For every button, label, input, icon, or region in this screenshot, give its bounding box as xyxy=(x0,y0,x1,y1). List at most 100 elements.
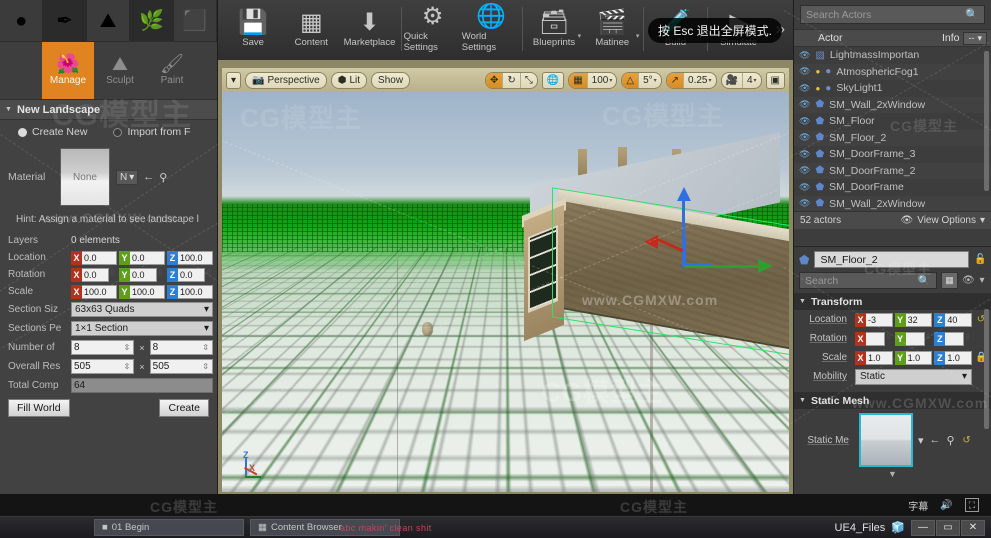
visibility-eye-icon[interactable]: 👁 xyxy=(799,182,810,193)
mesh-dropdown-icon[interactable]: ▾ xyxy=(918,434,924,447)
3d-viewport[interactable]: Z X CG模型主 CG模型主 www.CGMXW.com CG模型主 xyxy=(222,92,789,492)
expand-section-caret-icon[interactable]: ▼ xyxy=(794,469,991,479)
details-rotation-y[interactable]: Y ⇳ xyxy=(894,331,933,346)
mobility-combo[interactable]: Static ▾ xyxy=(855,368,972,385)
scale-snap-toggle-icon[interactable]: ↗ xyxy=(666,72,685,88)
new-landscape-section-header[interactable]: ▼ New Landscape xyxy=(0,100,217,120)
taskbar-window-01begin[interactable]: ■ 01 Begin xyxy=(94,519,244,536)
table-row[interactable]: 👁 ⬟ SM_Floor xyxy=(794,113,991,130)
visibility-eye-icon[interactable]: 👁 xyxy=(799,149,810,160)
rotate-tool-icon[interactable]: ↻ xyxy=(503,72,521,88)
brush-sphere-icon[interactable]: ● xyxy=(0,0,44,41)
toolbar-blueprints-button[interactable]: 🗃 Blueprints ▾ xyxy=(525,0,583,58)
spinner-icon[interactable]: ⇳ xyxy=(964,332,972,346)
visibility-eye-icon[interactable]: 👁 xyxy=(799,198,810,209)
chevron-down-icon[interactable]: ▾ xyxy=(636,32,640,40)
details-location-x[interactable]: X -3 xyxy=(855,312,893,327)
table-row[interactable]: 👁 ● ● SkyLight1 xyxy=(794,80,991,97)
location-y[interactable]: Y 0.0 xyxy=(119,250,165,265)
spinner-icon[interactable]: ⇳ xyxy=(202,343,210,352)
details-rotation-z[interactable]: Z ⇳ xyxy=(934,331,972,346)
browse-asset-icon[interactable]: ⚲ xyxy=(947,434,955,447)
viewport-menu-button[interactable]: ▾ xyxy=(226,71,242,89)
outliner-actor-list[interactable]: 👁 ▧ LightmassImportan 👁 ● ● AtmosphericFog1 👁… xyxy=(794,47,991,211)
number-of-a-input[interactable]: 8 ⇳ xyxy=(71,340,135,355)
table-row[interactable]: 👁 ⬟ SM_DoorFrame_2 xyxy=(794,163,991,180)
create-button[interactable]: Create xyxy=(159,399,209,417)
rotation-z[interactable]: Z 0.0 ⇳ xyxy=(167,267,213,282)
view-mode-button[interactable]: ⬢ Lit xyxy=(330,71,368,89)
radio-import-from-file[interactable]: Import from F xyxy=(113,126,190,138)
visibility-eye-icon[interactable]: 👁 xyxy=(799,165,810,176)
details-scale-x[interactable]: X 1.0 xyxy=(855,350,893,365)
fill-world-button[interactable]: Fill World xyxy=(8,399,70,417)
spinner-icon[interactable]: ⇳ xyxy=(124,343,132,352)
spinner-icon[interactable]: ⇳ xyxy=(109,268,117,282)
scale-tool-icon[interactable]: ⤡ xyxy=(521,73,537,88)
spinner-icon[interactable]: ⇳ xyxy=(925,332,933,346)
brush-ramp-icon[interactable]: ✒ xyxy=(43,0,87,41)
toolbar-world-settings-button[interactable]: 🌐 World Settings xyxy=(462,0,520,58)
angle-snap-value[interactable]: 5° ▾ xyxy=(639,73,661,88)
selected-static-mesh-building[interactable] xyxy=(522,132,789,407)
brush-foliage-icon[interactable]: 🌿 xyxy=(130,0,174,41)
maximize-viewport-button[interactable]: ▣ xyxy=(765,71,785,89)
camera-speed-value[interactable]: 4 ▾ xyxy=(743,73,761,88)
volume-icon[interactable]: 🔊 xyxy=(940,500,952,511)
lock-details-icon[interactable]: 🔓 xyxy=(974,254,986,265)
radio-create-new[interactable]: Create New xyxy=(18,126,87,138)
toolbar-overflow-button[interactable]: » xyxy=(768,0,793,58)
toolbar-content-button[interactable]: ▦ Content xyxy=(282,0,340,58)
spinner-icon[interactable]: ⇳ xyxy=(124,362,132,371)
toolbar-marketplace-button[interactable]: ⬇ Marketplace xyxy=(340,0,398,58)
static-mesh-thumbnail[interactable] xyxy=(859,413,913,467)
camera-mode-button[interactable]: 📷 Perspective xyxy=(245,71,327,89)
toolbar-matinee-button[interactable]: 🎬 Matinee ▾ xyxy=(583,0,641,58)
visibility-eye-icon[interactable]: 👁 xyxy=(799,132,810,143)
toolbar-quick-settings-button[interactable]: ⚙ Quick Settings xyxy=(404,0,462,58)
table-row[interactable]: 👁 ⬟ SM_Wall_2xWindow xyxy=(794,97,991,114)
toolbar-build-button[interactable]: 🧪 Build ▾ xyxy=(646,0,704,58)
translate-tool-icon[interactable]: ✥ xyxy=(485,72,504,88)
spinner-icon[interactable]: ⇳ xyxy=(202,362,210,371)
table-row[interactable]: 👁 ▧ LightmassImportan xyxy=(794,47,991,64)
gizmo-y-axis[interactable] xyxy=(684,265,760,268)
use-selected-asset-icon[interactable]: ← xyxy=(930,434,941,446)
subtitle-button[interactable]: 字幕 xyxy=(908,498,928,513)
overall-res-b-input[interactable]: 505 ⇳ xyxy=(149,359,214,374)
table-row[interactable]: 👁 ⬟ SM_Floor_2 xyxy=(794,130,991,147)
scale-snap-value[interactable]: 0.25 ▾ xyxy=(684,73,715,88)
brush-box-icon[interactable]: ⬛ xyxy=(174,0,218,41)
info-column-selector[interactable]: -- ▾ xyxy=(963,31,987,45)
column-info-label[interactable]: Info xyxy=(942,32,960,44)
minimize-button[interactable]: — xyxy=(911,519,935,536)
object-name-field[interactable]: SM_Floor_2 xyxy=(814,251,969,268)
transform-section-header[interactable]: ▼ Transform xyxy=(794,293,991,310)
maximize-button[interactable]: ▭ xyxy=(936,519,960,536)
chevron-down-icon[interactable]: ▾ xyxy=(578,32,582,40)
visibility-eye-icon[interactable]: 👁 xyxy=(799,66,810,77)
reset-mesh-icon[interactable]: ↺ xyxy=(961,435,973,446)
camera-speed-icon[interactable]: 🎥 xyxy=(722,72,743,88)
details-location-y[interactable]: Y 32 xyxy=(894,312,933,327)
outliner-scrollbar[interactable] xyxy=(984,51,989,191)
transform-gizmo[interactable] xyxy=(644,187,789,307)
scale-x[interactable]: X 100.0 xyxy=(71,284,117,299)
spinner-icon[interactable]: ⇳ xyxy=(885,332,893,346)
brush-noise-icon[interactable]: ⛰ xyxy=(87,0,131,41)
use-selected-asset-icon[interactable]: ← xyxy=(143,171,154,183)
visibility-eye-icon[interactable]: 👁 xyxy=(799,50,810,61)
details-location-z[interactable]: Z 40 xyxy=(934,312,973,327)
chevron-down-icon[interactable]: ▾ xyxy=(978,275,986,286)
landscape-tab-paint[interactable]: 🖌 Paint xyxy=(146,42,198,99)
visibility-eye-icon[interactable]: 👁 xyxy=(799,99,810,110)
angle-snap-toggle-icon[interactable]: △ xyxy=(622,72,640,88)
details-view-options-icon[interactable]: 👁 xyxy=(962,275,975,286)
spinner-icon[interactable]: ⇳ xyxy=(157,268,165,282)
chevron-down-icon[interactable]: ▾ xyxy=(699,32,703,40)
browse-asset-icon[interactable]: ⚲ xyxy=(159,171,167,184)
grid-snap-value[interactable]: 100 ▾ xyxy=(588,73,617,88)
location-z[interactable]: Z 100.0 xyxy=(167,250,213,265)
scale-z[interactable]: Z 100.0 xyxy=(167,284,213,299)
gizmo-z-arrow-icon[interactable] xyxy=(677,187,691,201)
